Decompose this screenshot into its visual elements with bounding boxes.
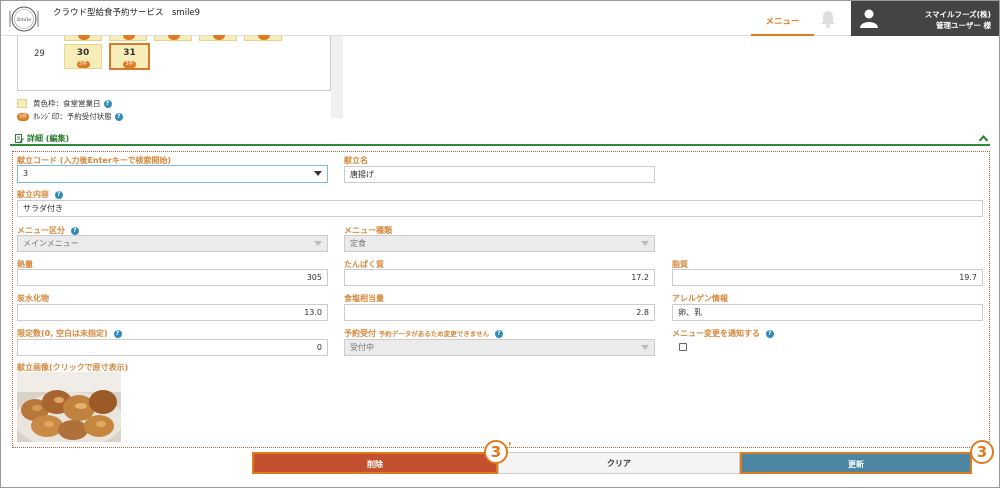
chevron-down-icon — [641, 345, 649, 350]
update-button[interactable]: 更新 — [740, 452, 972, 474]
calendar-day-number: 30 — [76, 48, 90, 58]
menu-type-value: 定食 — [350, 239, 366, 248]
annotation-marker-prime: ' — [508, 440, 512, 454]
panel-divider — [331, 36, 343, 118]
clear-button[interactable]: クリア — [498, 452, 740, 474]
chevron-up-icon[interactable] — [979, 135, 988, 142]
app-title: クラウド型給食予約サービス smile9 — [53, 8, 201, 18]
carbs-label: 炭水化物 — [17, 294, 49, 303]
user-menu[interactable]: スマイルフーズ(株) 管理ユーザー 様 — [851, 1, 999, 36]
notify-checkbox[interactable] — [679, 343, 687, 351]
calendar-day-cell[interactable] — [154, 35, 192, 41]
fried-chicken-image — [17, 372, 121, 442]
help-icon[interactable]: ? — [54, 190, 63, 199]
chevron-down-icon — [314, 171, 322, 176]
user-role: 管理ユーザー 様 — [936, 21, 991, 30]
menu-code-value: 3 — [23, 169, 29, 178]
tab-menu[interactable]: メニュー — [751, 1, 814, 36]
calories-input[interactable]: 305 — [17, 269, 328, 286]
calendar-week-number: 29 — [34, 49, 45, 59]
bell-icon[interactable] — [819, 9, 837, 29]
edit-form — [12, 151, 990, 448]
menu-type-select[interactable]: 定食 — [344, 235, 655, 252]
help-icon[interactable]: ? — [494, 329, 503, 338]
menu-category-label-text: メニュー区分 — [17, 226, 65, 235]
chevron-down-icon — [314, 241, 322, 246]
calendar-day-cell[interactable] — [64, 35, 102, 41]
edit-document-icon — [15, 134, 24, 143]
annotation-marker-delete: 3 — [484, 440, 508, 464]
fat-input[interactable]: 19.7 — [672, 269, 983, 286]
menu-category-select[interactable]: メインメニュー — [17, 235, 328, 252]
reservation-label: 予約受付 予約データがあるため変更できません ? — [344, 328, 503, 339]
help-icon[interactable]: ? — [114, 112, 123, 121]
yellow-swatch — [17, 99, 27, 108]
allergen-input[interactable]: 卵、乳 — [672, 304, 983, 321]
menu-content-label: 献立内容 ? — [17, 189, 63, 200]
menu-name-input[interactable]: 唐揚げ — [344, 166, 655, 183]
legend-orange-mark: 3件 ｵﾚﾝｼﾞ印：予約受付状態 ? — [17, 111, 123, 122]
section-title: 詳細 (編集) — [27, 134, 70, 143]
limit-label-text: 限定数(0, 空白は未指定) — [17, 329, 108, 338]
annotation-marker-update: 3 — [970, 440, 994, 464]
calendar-day-number: 31 — [123, 48, 136, 58]
limit-label: 限定数(0, 空白は未指定) ? — [17, 328, 122, 339]
protein-input[interactable]: 17.2 — [344, 269, 655, 286]
app-header: Smile クラウド型給食予約サービス smile9 メニュー スマイルフーズ(… — [1, 1, 999, 36]
help-icon[interactable]: ? — [765, 329, 774, 338]
menu-code-select[interactable]: 3 — [17, 165, 328, 183]
help-icon[interactable]: ? — [70, 226, 79, 235]
salt-input[interactable]: 2.8 — [344, 304, 655, 321]
calendar-day-cell[interactable] — [199, 35, 237, 41]
salt-label: 食塩相当量 — [344, 294, 384, 303]
allergen-label: アレルゲン情報 — [672, 294, 728, 303]
calendar-day-31[interactable]: 31 3件 — [109, 43, 150, 70]
reservation-count-badge: 3件 — [76, 61, 90, 68]
svg-text:Smile: Smile — [17, 17, 31, 23]
carbs-input[interactable]: 13.0 — [17, 304, 328, 321]
reservation-label-text: 予約受付 — [344, 329, 376, 338]
reservation-value: 受付中 — [350, 343, 374, 352]
reservation-select[interactable]: 受付中 — [344, 339, 655, 356]
notify-label: メニュー変更を通知する ? — [672, 328, 774, 339]
help-icon[interactable]: ? — [113, 329, 122, 338]
calendar-day-cell[interactable] — [244, 35, 282, 41]
legend-yellow-frame: 黄色枠：食堂営業日 ? — [17, 98, 112, 109]
legend-text: 黄色枠：食堂営業日 — [33, 99, 101, 108]
orange-mark-badge: 3件 — [17, 112, 29, 121]
notify-label-text: メニュー変更を通知する — [672, 329, 760, 338]
menu-content-label-text: 献立内容 — [17, 190, 49, 199]
reservation-count-badge: 3件 — [123, 61, 136, 68]
company-name: スマイルフーズ(株) — [924, 10, 991, 19]
calendar-day-30[interactable]: 30 3件 — [64, 44, 102, 69]
limit-input[interactable]: 0 — [17, 339, 328, 356]
menu-content-input[interactable]: サラダ付き — [17, 200, 983, 217]
reservation-note: 予約データがあるため変更できません — [378, 330, 490, 338]
detail-section-header: 詳細 (編集) — [10, 132, 990, 146]
user-avatar-icon — [860, 9, 878, 28]
calendar: 29 30 3件 31 3件 — [17, 35, 331, 91]
chevron-down-icon — [641, 241, 649, 246]
menu-category-value: メインメニュー — [23, 239, 79, 248]
help-icon[interactable]: ? — [103, 99, 112, 108]
menu-name-label: 献立名 — [344, 156, 368, 165]
delete-button[interactable]: 削除 — [252, 452, 498, 474]
smile-logo-icon[interactable]: Smile — [9, 5, 39, 33]
legend-text: ｵﾚﾝｼﾞ印：予約受付状態 — [33, 112, 112, 121]
menu-image[interactable] — [17, 372, 121, 442]
calendar-day-cell[interactable] — [109, 35, 147, 41]
